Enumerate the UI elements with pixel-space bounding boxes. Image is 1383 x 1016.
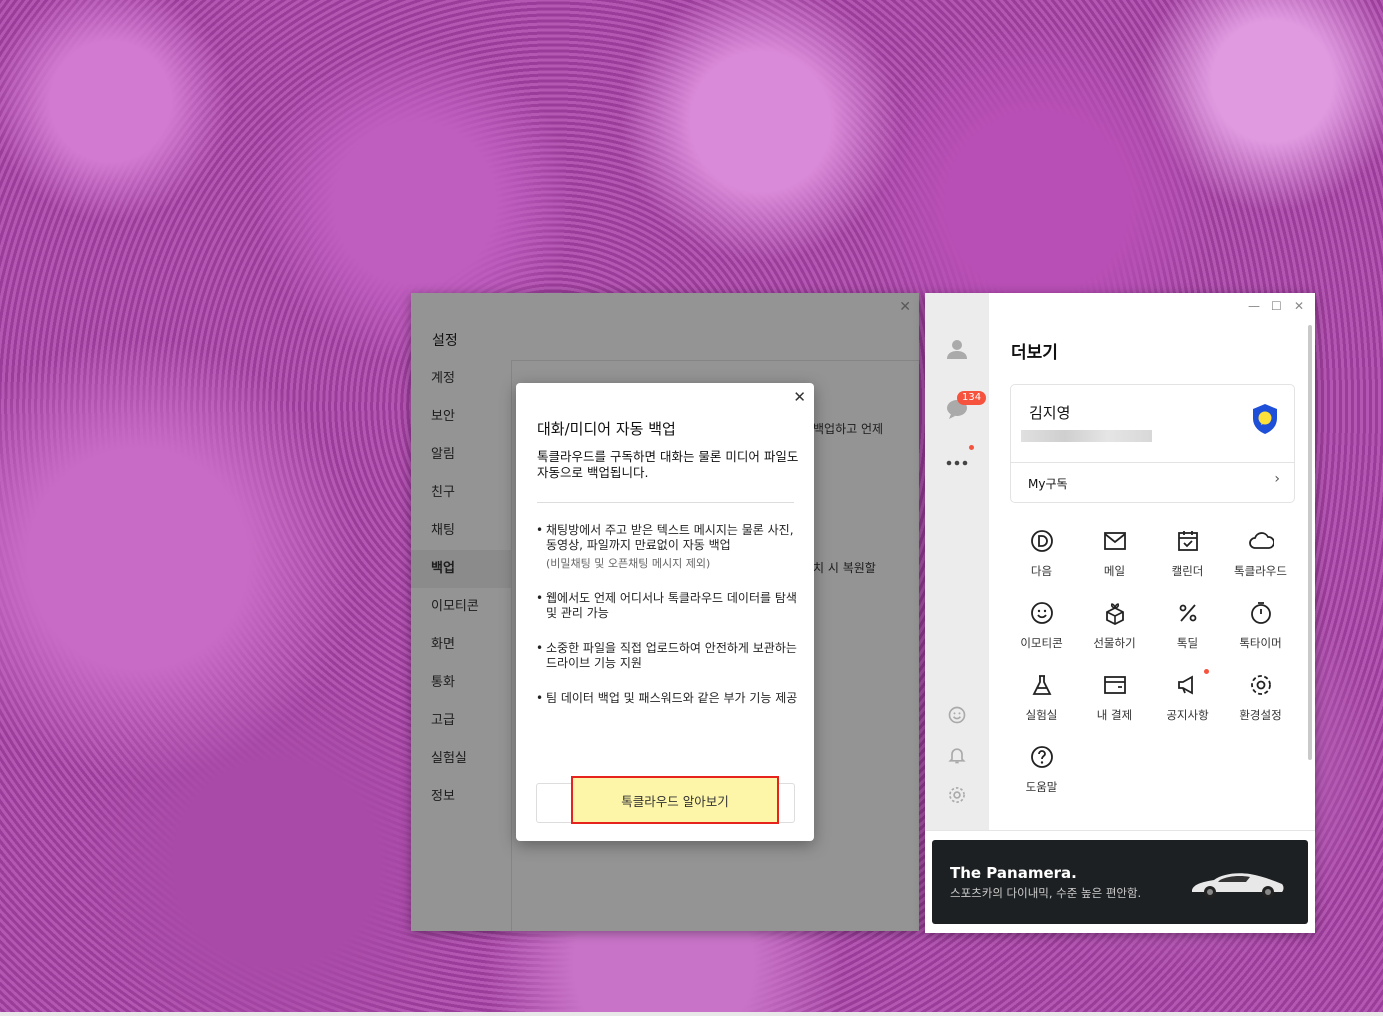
grid-label: 환경설정: [1239, 708, 1282, 722]
maximize-icon[interactable]: ☐: [1271, 299, 1282, 313]
dialog-title: 대화/미디어 자동 백업: [537, 420, 676, 438]
grid-label: 메일: [1103, 564, 1126, 578]
help-icon: [1005, 743, 1078, 771]
more-window: 134 — ☐ ✕ 더보기 김지영 My구독 › 다음 메일 캘린더 톡클라우드…: [925, 293, 1315, 933]
feature-text: 웹에서도 언제 어디서나 톡클라우드 데이터를 탐색 및 관리 가능: [546, 591, 797, 620]
mail-icon: [1078, 527, 1151, 555]
grid-label: 선물하기: [1093, 636, 1136, 650]
friends-icon[interactable]: [945, 337, 969, 361]
feature-text: 소중한 파일을 직접 업로드하여 안전하게 보관하는 드라이브 기능 지원: [546, 641, 797, 670]
minimize-icon[interactable]: —: [1248, 299, 1260, 313]
bullet-icon: •: [536, 691, 544, 705]
divider: [1011, 462, 1294, 463]
more-icon[interactable]: [945, 451, 969, 475]
page-title: 더보기: [1011, 343, 1058, 363]
gift-icon: [1078, 599, 1151, 627]
grid-item-mail[interactable]: 메일: [1078, 527, 1151, 579]
feature-text: 팀 데이터 백업 및 패스워드와 같은 부가 기능 제공: [546, 691, 798, 705]
settings-icon: [1224, 671, 1297, 699]
calendar-icon: [1151, 527, 1224, 555]
unread-badge: 134: [957, 391, 987, 405]
my-subscription-label[interactable]: My구독: [1028, 475, 1068, 492]
grid-label: 톡타이머: [1239, 636, 1282, 650]
new-dot: [1204, 669, 1209, 674]
taskbar-strip: [0, 1012, 1383, 1016]
grid-label: 캘린더: [1171, 564, 1204, 578]
dialog-subtitle: 톡클라우드를 구독하면 대화는 물론 미디어 파일도 자동으로 백업됩니다.: [537, 449, 799, 480]
profile-card[interactable]: 김지영 My구독 ›: [1010, 384, 1295, 503]
grid-item-calendar[interactable]: 캘린더: [1151, 527, 1224, 579]
car-image: [1188, 866, 1288, 904]
talk-cloud-learn-more-button[interactable]: 톡클라우드 알아보기: [571, 776, 779, 824]
grid-label: 내 결제: [1096, 708, 1133, 722]
dialog-close-icon[interactable]: ✕: [793, 388, 806, 406]
daum-icon: [1005, 527, 1078, 555]
bell-icon[interactable]: [945, 743, 969, 767]
blurred-account-info: [1021, 430, 1152, 442]
list-item: • 팀 데이터 백업 및 패스워드와 같은 부가 기능 제공: [536, 691, 798, 706]
feature-note: (비밀채팅 및 오픈채팅 메시지 제외): [546, 557, 711, 570]
grid-label: 톡딜: [1176, 636, 1199, 650]
grid-label: 이모티콘: [1020, 636, 1063, 650]
grid-label: 도움말: [1025, 780, 1058, 794]
grid-item-my-payment[interactable]: 내 결제: [1078, 671, 1151, 723]
megaphone-icon: [1151, 671, 1224, 699]
grid-item-notices[interactable]: 공지사항: [1151, 671, 1224, 723]
backup-dialog: ✕ 대화/미디어 자동 백업 톡클라우드를 구독하면 대화는 물론 미디어 파일…: [516, 383, 814, 841]
ad-title: The Panamera.: [950, 864, 1077, 882]
bullet-icon: •: [536, 591, 544, 605]
grid-item-talk-timer[interactable]: 톡타이머: [1224, 599, 1297, 651]
close-icon[interactable]: ✕: [1294, 299, 1304, 313]
chevron-right-icon[interactable]: ›: [1274, 471, 1280, 487]
grid-item-emoticon[interactable]: 이모티콘: [1005, 599, 1078, 651]
grid-item-labs[interactable]: 실험실: [1005, 671, 1078, 723]
timer-icon: [1224, 599, 1297, 627]
emoticon-icon[interactable]: [945, 703, 969, 727]
flask-icon: [1005, 671, 1078, 699]
grid-item-settings[interactable]: 환경설정: [1224, 671, 1297, 723]
grid-item-talk-deal[interactable]: 톡딜: [1151, 599, 1224, 651]
ad-banner[interactable]: The Panamera. 스포츠카의 다이내믹, 수준 높은 편안함.: [932, 840, 1308, 924]
discount-icon: [1151, 599, 1224, 627]
scrollbar[interactable]: [1308, 325, 1312, 760]
grid-item-gift[interactable]: 선물하기: [1078, 599, 1151, 651]
profile-name: 김지영: [1029, 404, 1071, 422]
divider: [925, 830, 1315, 831]
divider: [537, 502, 794, 503]
shield-icon[interactable]: [1251, 403, 1279, 439]
grid-item-daum[interactable]: 다음: [1005, 527, 1078, 579]
wallet-icon: [1078, 671, 1151, 699]
emoticon-icon: [1005, 599, 1078, 627]
grid-label: 다음: [1030, 564, 1053, 578]
feature-list: • 채팅방에서 주고 받은 텍스트 메시지는 물론 사진, 동영상, 파일까지 …: [536, 523, 798, 726]
grid-label: 톡클라우드: [1234, 564, 1287, 578]
ad-subtitle: 스포츠카의 다이내믹, 수준 높은 편안함.: [950, 886, 1142, 900]
sidebar: 134: [925, 293, 989, 830]
feature-text: 채팅방에서 주고 받은 텍스트 메시지는 물론 사진, 동영상, 파일까지 만료…: [546, 523, 794, 552]
list-item: • 소중한 파일을 직접 업로드하여 안전하게 보관하는 드라이브 기능 지원: [536, 641, 798, 671]
bullet-icon: •: [536, 523, 544, 537]
grid-label: 공지사항: [1166, 708, 1209, 722]
cloud-icon: [1224, 527, 1297, 555]
list-item: • 웹에서도 언제 어디서나 톡클라우드 데이터를 탐색 및 관리 가능: [536, 591, 798, 621]
grid-item-help[interactable]: 도움말: [1005, 743, 1078, 795]
grid-label: 실험실: [1025, 708, 1058, 722]
grid-item-talk-cloud[interactable]: 톡클라우드: [1224, 527, 1297, 579]
gear-icon[interactable]: [945, 783, 969, 807]
bullet-icon: •: [536, 641, 544, 655]
new-dot: [969, 445, 974, 450]
list-item: • 채팅방에서 주고 받은 텍스트 메시지는 물론 사진, 동영상, 파일까지 …: [536, 523, 798, 571]
